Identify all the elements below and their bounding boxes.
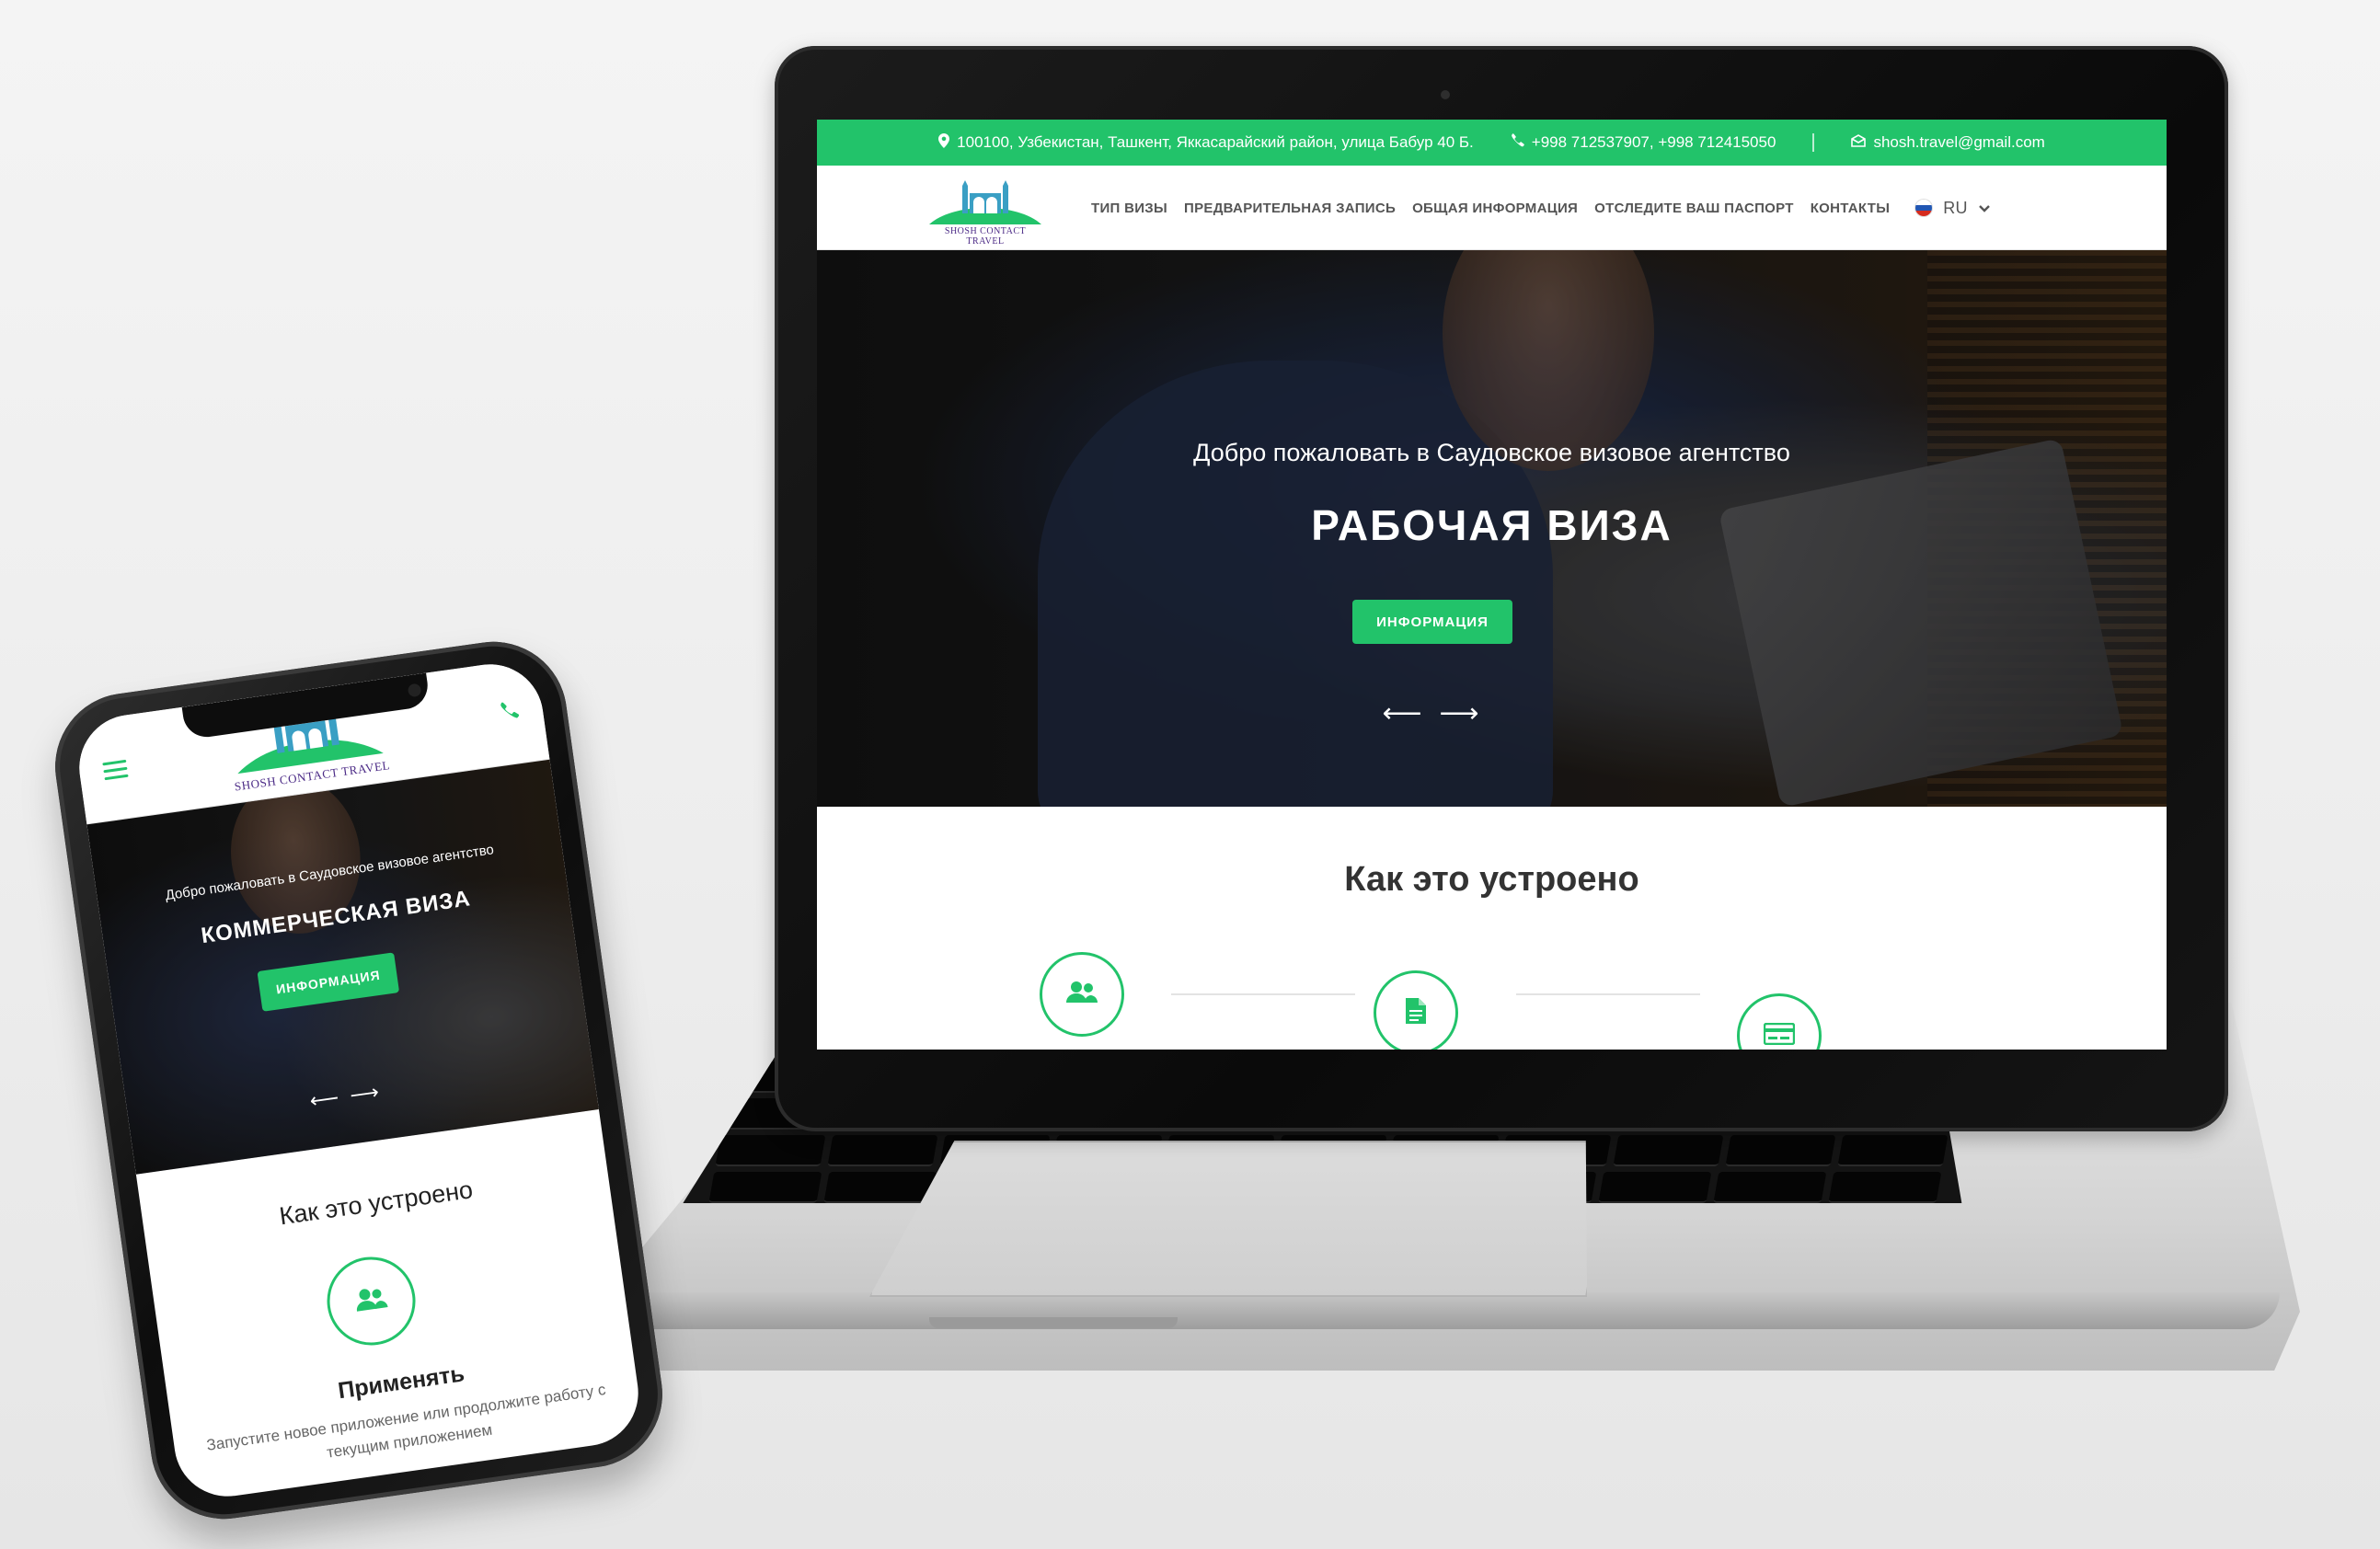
- map-marker-icon: [938, 132, 950, 153]
- slider-prev-arrow[interactable]: ⟵: [1382, 700, 1422, 728]
- laptop-screen: 100100, Узбекистан, Ташкент, Яккасарайск…: [817, 120, 2167, 1050]
- email-item[interactable]: shosh.travel@gmail.com: [1851, 133, 2045, 152]
- nav-item-visa-type[interactable]: ТИП ВИЗЫ: [1091, 201, 1167, 216]
- mobile-slider-next-arrow[interactable]: ⟶: [347, 1080, 382, 1107]
- step-connector: [1516, 993, 1700, 995]
- phone-device: SHOSH CONTACT TRAVEL Добро пожаловать в …: [45, 632, 673, 1529]
- russian-flag-icon: [1915, 200, 1933, 216]
- mobile-hero-slider: Добро пожаловать в Саудовское визовое аг…: [86, 759, 599, 1175]
- users-icon: [1066, 981, 1098, 1009]
- mobile-slider-prev-arrow[interactable]: ⟵: [306, 1085, 341, 1112]
- phones-item[interactable]: +998 712537907, +998 712415050: [1511, 133, 1776, 152]
- hero-subtitle: Добро пожаловать в Саудовское визовое аг…: [1193, 439, 1790, 466]
- address-text: 100100, Узбекистан, Ташкент, Яккасарайск…: [957, 133, 1474, 151]
- main-nav: SHOSH CONTACT TRAVEL ТИП ВИЗЫ ПРЕДВАРИТЕ…: [817, 166, 2167, 250]
- topbar-divider: [1812, 133, 1815, 152]
- language-selector[interactable]: RU: [1915, 199, 1990, 218]
- phone-icon: [1511, 133, 1524, 152]
- nav-item-general-info[interactable]: ОБЩАЯ ИНФОРМАЦИЯ: [1412, 201, 1578, 216]
- step-payment-circle: [1737, 993, 1822, 1050]
- hero-info-button[interactable]: ИНФОРМАЦИЯ: [1352, 600, 1512, 644]
- users-icon: [354, 1285, 389, 1317]
- credit-card-icon: [1763, 1022, 1796, 1050]
- menu-icon[interactable]: [102, 759, 129, 781]
- document-icon: [1406, 997, 1426, 1028]
- mosque-logo-icon: [929, 180, 1041, 224]
- laptop-base-edge: [615, 1292, 2280, 1329]
- step-connector: [1171, 993, 1355, 995]
- contact-topbar: 100100, Узбекистан, Ташкент, Яккасарайск…: [817, 120, 2167, 166]
- mobile-section-title-how-it-works: Как это устроено: [277, 1176, 475, 1231]
- nav-item-contacts[interactable]: КОНТАКТЫ: [1811, 201, 1890, 216]
- trackpad: [869, 1141, 1615, 1297]
- phone-camera: [407, 683, 422, 698]
- phone-icon[interactable]: [499, 699, 521, 728]
- envelope-icon: [1851, 133, 1867, 152]
- step-documents-circle: [1374, 970, 1458, 1050]
- slider-next-arrow[interactable]: ⟶: [1439, 700, 1479, 728]
- phone-screen: SHOSH CONTACT TRAVEL Добро пожаловать в …: [72, 657, 646, 1504]
- step-apply-circle: [1040, 952, 1124, 1037]
- nav-item-appointment[interactable]: ПРЕДВАРИТЕЛЬНАЯ ЗАПИСЬ: [1184, 201, 1396, 216]
- language-code: RU: [1943, 198, 1968, 217]
- address-item: 100100, Узбекистан, Ташкент, Яккасарайск…: [938, 132, 1474, 153]
- nav-links: ТИП ВИЗЫ ПРЕДВАРИТЕЛЬНАЯ ЗАПИСЬ ОБЩАЯ ИН…: [1091, 166, 1990, 250]
- chevron-down-icon: [1978, 201, 1990, 216]
- email-text: shosh.travel@gmail.com: [1873, 133, 2045, 151]
- laptop-camera: [1441, 90, 1450, 99]
- site-logo[interactable]: SHOSH CONTACT TRAVEL: [926, 177, 1045, 247]
- nav-item-track-passport[interactable]: ОТСЛЕДИТЕ ВАШ ПАСПОРТ: [1594, 201, 1794, 216]
- hero-title: РАБОЧАЯ ВИЗА: [1311, 501, 1673, 549]
- hero-slider: Добро пожаловать в Саудовское визовое аг…: [817, 250, 2167, 807]
- mobile-step-apply-circle: [321, 1251, 421, 1351]
- laptop-front-notch: [929, 1317, 1178, 1328]
- logo-text: SHOSH CONTACT TRAVEL: [944, 226, 1027, 247]
- section-title-how-it-works: Как это устроено: [1344, 860, 1639, 899]
- phones-text: +998 712537907, +998 712415050: [1531, 133, 1776, 151]
